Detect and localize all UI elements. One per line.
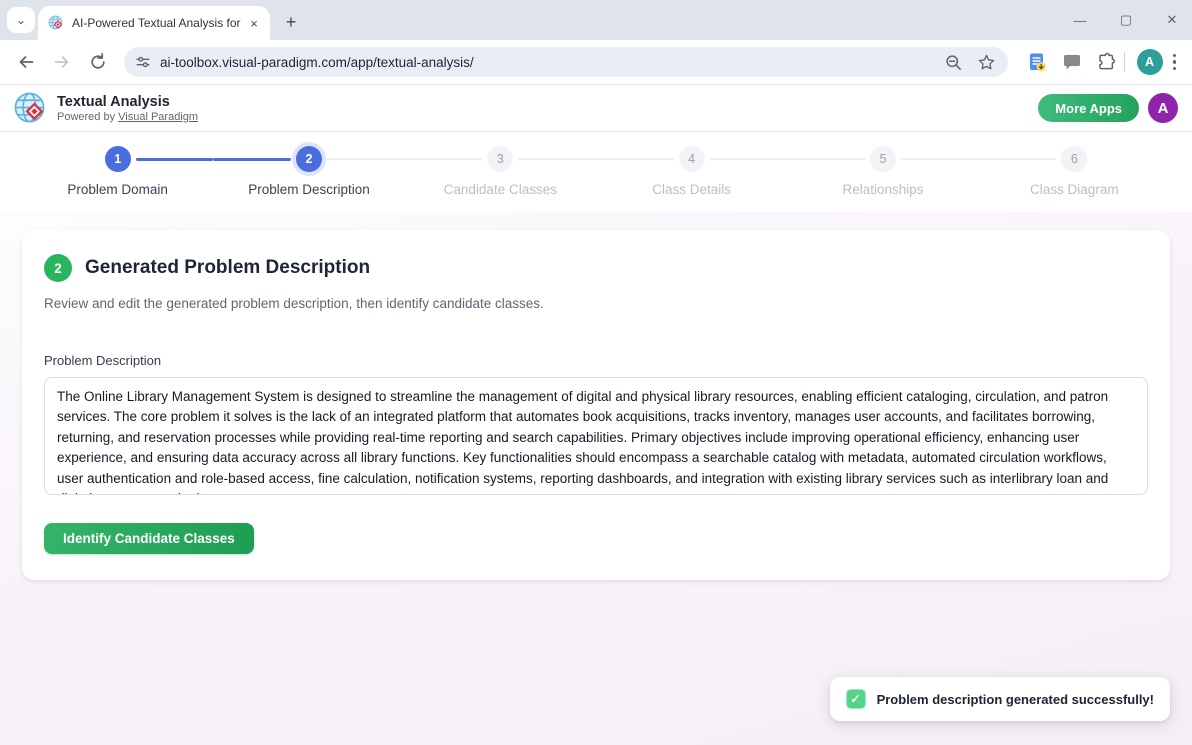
step-1-label: Problem Domain xyxy=(67,182,168,197)
powered-by-line: Powered by Visual Paradigm xyxy=(57,111,198,123)
success-check-icon: ✓ xyxy=(846,689,866,709)
step-2-circle[interactable]: 2 xyxy=(296,146,322,172)
bookmark-star-icon[interactable] xyxy=(977,53,996,72)
success-toast: ✓ Problem description generated successf… xyxy=(830,677,1170,721)
step-relationships[interactable]: 5 Relationships xyxy=(787,145,978,212)
step-3-circle[interactable]: 3 xyxy=(487,146,513,172)
step-1-circle[interactable]: 1 xyxy=(105,146,131,172)
identify-candidate-classes-button[interactable]: Identify Candidate Classes xyxy=(44,523,254,554)
window-maximize-button[interactable]: ▢ xyxy=(1118,12,1134,28)
step-5-circle[interactable]: 5 xyxy=(870,146,896,172)
address-bar[interactable]: ai-toolbox.visual-paradigm.com/app/textu… xyxy=(124,47,1008,77)
powered-by-prefix: Powered by xyxy=(57,111,115,123)
step-6-circle[interactable]: 6 xyxy=(1061,146,1087,172)
visual-paradigm-link[interactable]: Visual Paradigm xyxy=(118,111,198,123)
toast-message: Problem description generated successful… xyxy=(877,692,1154,707)
step-5-label: Relationships xyxy=(842,182,923,197)
step-class-details[interactable]: 4 Class Details xyxy=(596,145,787,212)
browser-profile-avatar[interactable]: A xyxy=(1137,49,1163,75)
step-4-circle[interactable]: 4 xyxy=(679,146,705,172)
app-header: Textual Analysis Powered by Visual Parad… xyxy=(0,85,1192,132)
extensions-puzzle-icon[interactable] xyxy=(1096,52,1116,72)
browser-tab-strip: ⌄ AI-Powered Textual Analysis for × + — … xyxy=(0,0,1192,40)
tab-close-icon[interactable]: × xyxy=(246,15,262,31)
step-class-diagram[interactable]: 6 Class Diagram xyxy=(979,145,1170,212)
toolbar-divider xyxy=(1124,52,1125,72)
problem-description-textarea[interactable]: The Online Library Management System is … xyxy=(44,377,1148,495)
main-content: 2 Generated Problem Description Review a… xyxy=(0,212,1192,745)
forward-button[interactable] xyxy=(46,46,78,78)
step-number-badge: 2 xyxy=(44,254,72,282)
card-subtitle: Review and edit the generated problem de… xyxy=(44,296,1148,311)
reload-icon xyxy=(88,52,108,72)
back-button[interactable] xyxy=(10,46,42,78)
step-candidate-classes[interactable]: 3 Candidate Classes xyxy=(405,145,596,212)
comment-bubble-icon[interactable] xyxy=(1062,52,1082,72)
step-2-label: Problem Description xyxy=(248,182,370,197)
step-4-label: Class Details xyxy=(652,182,731,197)
user-avatar[interactable]: A xyxy=(1148,93,1178,123)
visual-paradigm-favicon xyxy=(48,15,64,31)
url-text[interactable]: ai-toolbox.visual-paradigm.com/app/textu… xyxy=(160,55,944,70)
browser-toolbar: ai-toolbox.visual-paradigm.com/app/textu… xyxy=(0,40,1192,85)
step-problem-description[interactable]: 2 Problem Description xyxy=(213,145,404,212)
window-minimize-button[interactable]: — xyxy=(1072,13,1088,28)
problem-description-card: 2 Generated Problem Description Review a… xyxy=(22,230,1170,580)
visual-paradigm-logo xyxy=(14,92,47,125)
tab-search-button[interactable]: ⌄ xyxy=(7,7,35,33)
tab-title: AI-Powered Textual Analysis for xyxy=(72,16,246,30)
reload-button[interactable] xyxy=(82,46,114,78)
browser-tab[interactable]: AI-Powered Textual Analysis for × xyxy=(38,6,270,40)
more-apps-button[interactable]: More Apps xyxy=(1038,94,1139,122)
wizard-stepper: 1 Problem Domain 2 Problem Description 3… xyxy=(0,132,1192,212)
description-field-label: Problem Description xyxy=(44,353,1148,368)
zoom-out-icon[interactable] xyxy=(944,53,963,72)
app-title: Textual Analysis xyxy=(57,94,198,111)
card-title: Generated Problem Description xyxy=(85,257,370,279)
back-arrow-icon xyxy=(16,52,36,72)
new-tab-button[interactable]: + xyxy=(278,9,304,35)
browser-menu-icon[interactable] xyxy=(1167,54,1183,71)
step-problem-domain[interactable]: 1 Problem Domain xyxy=(22,145,213,212)
forward-arrow-icon xyxy=(52,52,72,72)
step-3-label: Candidate Classes xyxy=(444,182,557,197)
chevron-down-icon: ⌄ xyxy=(16,13,26,27)
site-settings-tune-icon[interactable] xyxy=(134,53,152,71)
step-6-label: Class Diagram xyxy=(1030,182,1119,197)
docs-offline-icon[interactable] xyxy=(1026,51,1048,73)
window-close-button[interactable]: ✕ xyxy=(1164,12,1180,28)
